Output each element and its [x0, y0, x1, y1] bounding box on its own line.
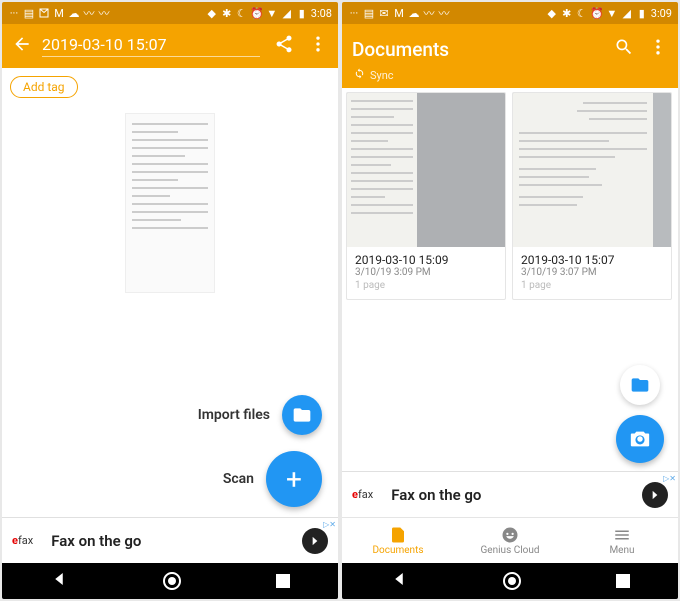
nav-recents-button[interactable] — [616, 574, 630, 588]
document-card[interactable]: 2019-03-10 15:07 3/10/19 3:07 PM 1 page — [512, 92, 672, 300]
status-bar: ··· ▤ ✉ M ☁ 〰 〰 ◆ ✱ ☾ ⏰ ▼ ◢ ▮ 3:09 — [342, 2, 678, 24]
status-right-icons: ◆ ✱ ☾ ⏰ ▼ ◢ ▮ 3:09 — [546, 7, 672, 20]
document-title-input[interactable]: 2019-03-10 15:07 — [42, 35, 260, 57]
status-time: 3:08 — [311, 7, 332, 20]
cloud-icon: ☁ — [408, 7, 420, 19]
nav-back-button[interactable] — [390, 570, 408, 592]
ad-text: Fax on the go — [51, 532, 302, 550]
wifi-icon: ▼ — [606, 7, 618, 19]
back-button[interactable] — [12, 34, 32, 58]
screen-title: Documents — [352, 38, 600, 61]
moon-icon: ☾ — [576, 7, 588, 19]
ad-logo: efax — [12, 534, 33, 547]
adchoices-icon[interactable]: ▷✕ — [663, 474, 676, 483]
nav-back-button[interactable] — [50, 570, 68, 592]
add-tag-button[interactable]: Add tag — [10, 76, 78, 98]
document-content: Add tag Import files Scan + — [2, 68, 338, 517]
card-title: 2019-03-10 15:07 — [521, 253, 663, 267]
battery-icon: ▮ — [296, 7, 308, 19]
notif-icon: ··· — [8, 7, 20, 19]
ad-arrow-icon[interactable] — [302, 528, 328, 554]
nav-home-button[interactable] — [163, 572, 181, 590]
mail-icon: ✉ — [378, 7, 390, 19]
search-button[interactable] — [614, 37, 634, 61]
ad-text: Fax on the go — [391, 486, 642, 504]
sync-label: Sync — [370, 69, 394, 82]
status-left-icons: ··· ▤ M ☁ 〰 〰 — [8, 7, 110, 19]
app-icon: ▤ — [363, 7, 375, 19]
tab-genius-cloud[interactable]: Genius Cloud — [454, 518, 566, 563]
tab-label: Documents — [372, 545, 423, 556]
card-thumbnail — [347, 93, 505, 247]
battery-icon: ▮ — [636, 7, 648, 19]
card-subtitle: 3/10/19 3:09 PM — [355, 267, 497, 278]
tab-documents[interactable]: Documents — [342, 518, 454, 563]
mail-icon — [38, 7, 50, 19]
signal-icon: ◢ — [621, 7, 633, 19]
status-left-icons: ··· ▤ ✉ M ☁ 〰 〰 — [348, 7, 450, 19]
camera-fab[interactable] — [616, 415, 664, 463]
ad-banner[interactable]: efax Fax on the go ▷✕ — [2, 517, 338, 563]
tab-label: Genius Cloud — [480, 545, 539, 556]
phone-left: ··· ▤ M ☁ 〰 〰 ◆ ✱ ☾ ⏰ ▼ ◢ ▮ 3:08 2019-03… — [2, 2, 338, 599]
sync-icon — [354, 68, 365, 82]
wifi-icon: ▼ — [266, 7, 278, 19]
tab-menu[interactable]: Menu — [566, 518, 678, 563]
document-card[interactable]: 2019-03-10 15:09 3/10/19 3:09 PM 1 page — [346, 92, 506, 300]
folder-fab[interactable] — [620, 365, 660, 405]
overflow-menu-button[interactable] — [308, 34, 328, 58]
ad-logo: efax — [352, 488, 373, 501]
fab-stack — [616, 365, 664, 463]
ethereum-icon: ◆ — [546, 7, 558, 19]
ethereum-icon: ◆ — [206, 7, 218, 19]
activity-icon: 〰 — [438, 7, 450, 19]
card-subtitle: 3/10/19 3:07 PM — [521, 267, 663, 278]
import-label: Import files — [198, 407, 270, 423]
import-files-fab[interactable] — [282, 395, 322, 435]
card-pages: 1 page — [355, 280, 497, 291]
app-bar: Documents — [342, 24, 678, 68]
status-time: 3:09 — [651, 7, 672, 20]
gmail-icon: M — [53, 7, 65, 19]
moon-icon: ☾ — [236, 7, 248, 19]
card-title: 2019-03-10 15:09 — [355, 253, 497, 267]
share-button[interactable] — [274, 34, 294, 58]
bluetooth-icon: ✱ — [221, 7, 233, 19]
scanned-receipt-preview[interactable] — [125, 113, 215, 293]
adchoices-icon[interactable]: ▷✕ — [323, 520, 336, 529]
alarm-icon: ⏰ — [251, 7, 263, 19]
app-bar: 2019-03-10 15:07 — [2, 24, 338, 68]
scan-label: Scan — [223, 471, 254, 487]
signal-icon: ◢ — [281, 7, 293, 19]
sync-row[interactable]: Sync — [342, 68, 678, 88]
activity-icon: 〰 — [98, 7, 110, 19]
tab-label: Menu — [609, 545, 634, 556]
fab-stack: Import files Scan + — [198, 395, 322, 507]
cloud-icon: ☁ — [68, 7, 80, 19]
bottom-tabs: Documents Genius Cloud Menu — [342, 517, 678, 563]
ad-banner[interactable]: efax Fax on the go ▷✕ — [342, 471, 678, 517]
card-thumbnail — [513, 93, 671, 247]
phone-right: ··· ▤ ✉ M ☁ 〰 〰 ◆ ✱ ☾ ⏰ ▼ ◢ ▮ 3:09 Docum… — [342, 2, 678, 599]
bluetooth-icon: ✱ — [561, 7, 573, 19]
status-bar: ··· ▤ M ☁ 〰 〰 ◆ ✱ ☾ ⏰ ▼ ◢ ▮ 3:08 — [2, 2, 338, 24]
activity-icon: 〰 — [83, 7, 95, 19]
overflow-menu-button[interactable] — [648, 37, 668, 61]
gmail-icon: M — [393, 7, 405, 19]
status-right-icons: ◆ ✱ ☾ ⏰ ▼ ◢ ▮ 3:08 — [206, 7, 332, 20]
documents-grid-area: 2019-03-10 15:09 3/10/19 3:09 PM 1 page — [342, 88, 678, 471]
android-nav-bar — [342, 563, 678, 599]
notif-icon: ··· — [348, 7, 360, 19]
activity-icon: 〰 — [423, 7, 435, 19]
nav-recents-button[interactable] — [276, 574, 290, 588]
ad-arrow-icon[interactable] — [642, 482, 668, 508]
alarm-icon: ⏰ — [591, 7, 603, 19]
scan-fab[interactable]: + — [266, 451, 322, 507]
android-nav-bar — [2, 563, 338, 599]
app-icon: ▤ — [23, 7, 35, 19]
nav-home-button[interactable] — [503, 572, 521, 590]
documents-grid: 2019-03-10 15:09 3/10/19 3:09 PM 1 page — [342, 88, 678, 304]
card-pages: 1 page — [521, 280, 663, 291]
